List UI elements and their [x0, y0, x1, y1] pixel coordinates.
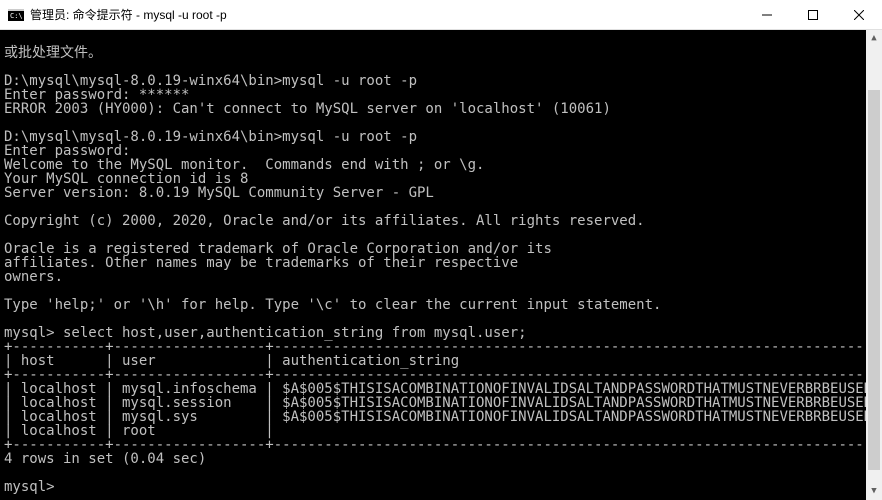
window-title: 管理员: 命令提示符 - mysql -u root -p [30, 6, 744, 23]
window-titlebar: C:\ 管理员: 命令提示符 - mysql -u root -p [0, 0, 882, 30]
scroll-down-icon[interactable]: ▼ [866, 483, 882, 500]
output-line: Type 'help;' or '\h' for help. Type '\c'… [4, 297, 661, 313]
mysql-prompt: mysql> [4, 479, 55, 495]
output-line: Server version: 8.0.19 MySQL Community S… [4, 185, 434, 201]
output-line: 4 rows in set (0.04 sec) [4, 451, 206, 467]
scrollbar-thumb[interactable] [868, 90, 880, 470]
terminal-output[interactable]: 或批处理文件。 D:\mysql\mysql-8.0.19-winx64\bin… [0, 30, 882, 500]
scrollbar[interactable]: ▲ ▼ [866, 30, 882, 500]
output-line: owners. [4, 269, 63, 285]
output-line: ERROR 2003 (HY000): Can't connect to MyS… [4, 101, 611, 117]
window-controls [744, 0, 882, 29]
maximize-button[interactable] [790, 0, 836, 30]
output-line: affiliates. Other names may be trademark… [4, 255, 518, 271]
close-button[interactable] [836, 0, 882, 30]
svg-text:C:\: C:\ [10, 12, 23, 20]
output-line: Copyright (c) 2000, 2020, Oracle and/or … [4, 213, 645, 229]
cmd-icon: C:\ [8, 7, 24, 23]
minimize-button[interactable] [744, 0, 790, 30]
output-line: 或批处理文件。 [4, 45, 102, 61]
scroll-up-icon[interactable]: ▲ [866, 30, 882, 47]
